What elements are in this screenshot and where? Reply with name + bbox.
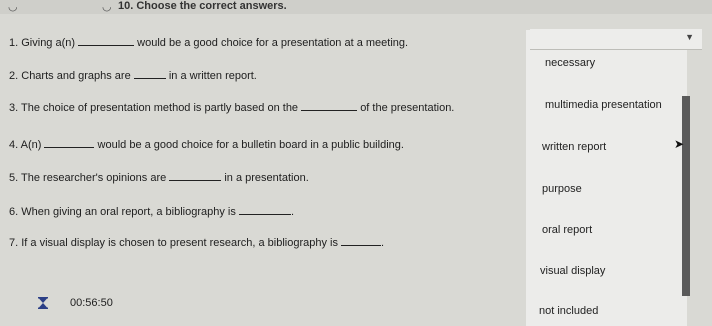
answer-blank-2[interactable] (133, 68, 166, 79)
option-item[interactable]: not included (539, 305, 598, 317)
question-7: 7. If a visual display is chosen to pres… (9, 235, 385, 249)
answer-blank-5[interactable] (169, 170, 222, 181)
answer-dropdown[interactable]: ▼ (530, 29, 702, 50)
answer-blank-7[interactable] (341, 235, 382, 246)
answer-blank-4[interactable] (44, 137, 95, 148)
option-item[interactable]: multimedia presentation (545, 99, 662, 111)
answer-blank-1[interactable] (78, 35, 135, 46)
chevron-down-icon[interactable]: ▼ (685, 32, 694, 42)
option-item[interactable]: visual display (540, 265, 605, 277)
question-5: 5. The researcher's opinions are in a pr… (9, 170, 309, 184)
mouse-cursor-icon: ➤ (674, 137, 685, 151)
answer-options-panel (526, 30, 687, 326)
question-3: 3. The choice of presentation method is … (9, 100, 455, 114)
scrollbar[interactable] (682, 96, 690, 296)
question-4: 4. A(n) would be a good choice for a bul… (9, 137, 404, 151)
question-1: 1. Giving a(n) would be a good choice fo… (9, 35, 409, 49)
option-item[interactable]: written report (542, 141, 606, 153)
back-icon[interactable]: ◡ (8, 0, 18, 13)
answer-blank-6[interactable] (238, 204, 291, 215)
question-2: 2. Charts and graphs are in a written re… (9, 68, 257, 82)
page-title: 10. Choose the correct answers. (118, 0, 287, 12)
option-item[interactable]: necessary (545, 57, 595, 69)
answer-blank-3[interactable] (301, 100, 358, 111)
option-item[interactable]: oral report (542, 224, 592, 236)
option-item[interactable]: purpose (542, 183, 582, 195)
forward-icon[interactable]: ◡ (102, 0, 112, 13)
top-bar: ◡ ◡ 10. Choose the correct answers. (0, 0, 712, 14)
hourglass-icon (38, 297, 48, 309)
question-6: 6. When giving an oral report, a bibliog… (9, 204, 294, 218)
timer-value: 00:56:50 (70, 297, 113, 309)
